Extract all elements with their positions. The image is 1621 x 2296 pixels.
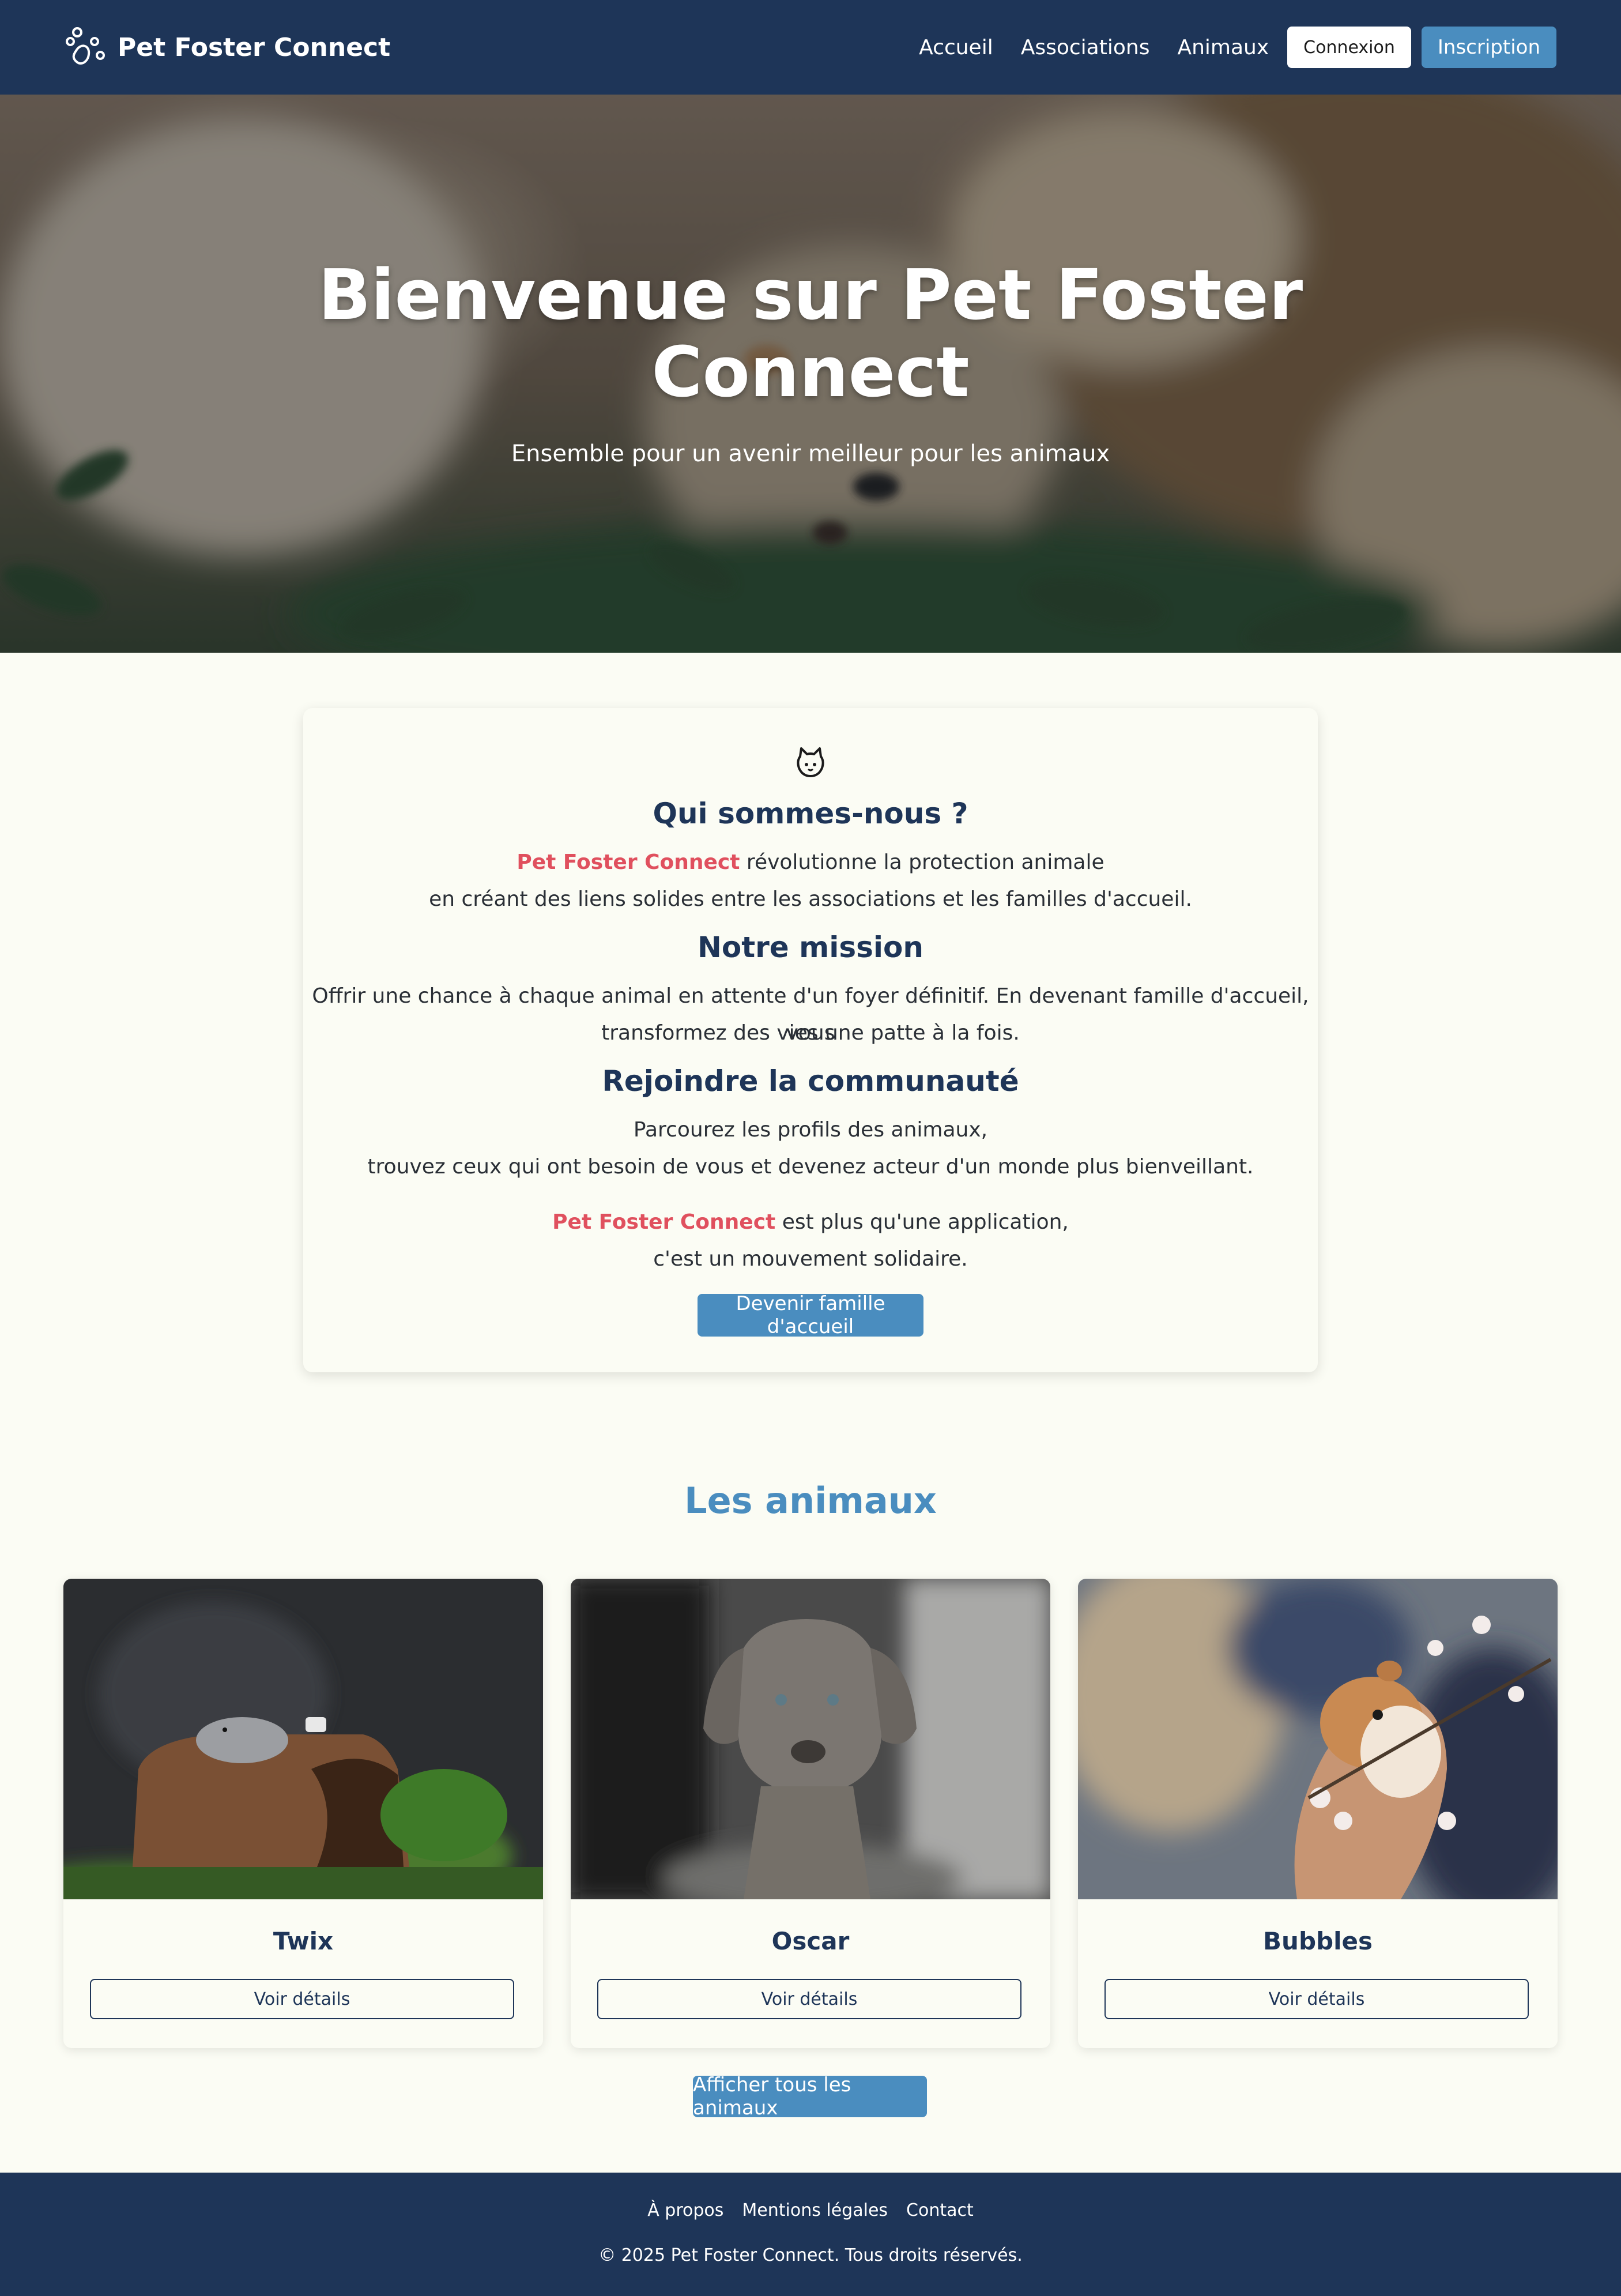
hero-banner: Bienvenue sur Pet Foster Connect Ensembl… [0,95,1621,653]
footer: À propos Mentions légales Contact © 2025… [0,2173,1621,2296]
who-line1-text: révolutionne la protection animale [740,850,1104,874]
footer-link-about[interactable]: À propos [647,2200,723,2220]
hero-title-line1: Bienvenue sur Pet Foster [318,255,1303,336]
who-line1: Pet Foster Connect révolutionne la prote… [303,844,1318,881]
footer-links: À propos Mentions légales Contact [0,2200,1621,2220]
animal-card-twix: Twix Voir détails [63,1579,543,2048]
who-line2: en créant des liens solides entre les as… [429,887,1192,911]
navbar: Pet Foster Connect Accueil Associations … [0,0,1621,95]
animal-photo-oscar [571,1579,1050,1899]
who-title: Qui sommes-nous ? [653,797,968,830]
brand-name: Pet Foster Connect [118,32,391,62]
view-details-button[interactable]: Voir détails [1104,1979,1529,2019]
brand-highlight: Pet Foster Connect [517,850,740,874]
brand-logo[interactable]: Pet Foster Connect [65,25,390,69]
view-details-button[interactable]: Voir détails [597,1979,1021,2019]
hero-title: Bienvenue sur Pet Foster Connect [0,257,1621,412]
nav-links: Accueil Associations Animaux Connexion I… [891,25,1556,69]
animal-photo-bubbles [1078,1579,1558,1899]
animal-name: Twix [273,1927,334,1955]
signup-button[interactable]: Inscription [1421,27,1556,68]
animals-section-title: Les animaux [684,1480,937,1522]
footer-link-contact[interactable]: Contact [906,2200,974,2220]
login-button[interactable]: Connexion [1287,27,1411,68]
animal-name: Oscar [771,1927,850,1955]
cat-icon [797,747,824,777]
community-line2: trouvez ceux qui ont besoin de vous et d… [367,1155,1254,1179]
community-title: Rejoindre la communauté [602,1064,1019,1098]
footer-link-legal[interactable]: Mentions légales [742,2200,888,2220]
mission-title: Notre mission [698,931,923,964]
animal-name: Bubbles [1263,1927,1373,1955]
animal-photo-twix [63,1579,543,1899]
closing-line1: Pet Foster Connect est plus qu'une appli… [303,1204,1318,1241]
nav-link-accueil[interactable]: Accueil [919,36,993,59]
closing-line2: c'est un mouvement solidaire. [653,1247,968,1271]
copyright-text: © 2025 Pet Foster Connect. Tous droits r… [598,2245,1023,2265]
become-foster-button[interactable]: Devenir famille d'accueil [698,1292,923,1338]
animal-card-bubbles: Bubbles Voir détails [1078,1579,1558,2048]
closing-line1-text: est plus qu'une application, [775,1210,1069,1234]
view-details-button[interactable]: Voir détails [90,1979,514,2019]
animal-card-oscar: Oscar Voir détails [571,1579,1050,2048]
nav-link-animaux[interactable]: Animaux [1177,36,1269,59]
hero-subtitle: Ensemble pour un avenir meilleur pour le… [511,441,1110,467]
nav-link-associations[interactable]: Associations [1021,36,1150,59]
brand-highlight: Pet Foster Connect [552,1210,776,1234]
mission-line2: transformez des vies une patte à la fois… [601,1021,1020,1045]
show-all-animals-button[interactable]: Afficher tous les animaux [693,2073,927,2120]
hero-title-line2: Connect [651,333,970,413]
community-line1: Parcourez les profils des animaux, [633,1118,988,1142]
about-card: Qui sommes-nous ? Pet Foster Connect rév… [303,708,1318,1372]
paw-icon [66,27,105,65]
